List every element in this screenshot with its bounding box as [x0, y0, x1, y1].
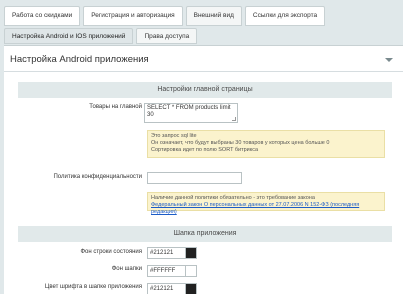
header-font-color-label: Цвет шрифта в шапке приложения	[44, 284, 142, 290]
resize-handle-icon[interactable]	[232, 117, 236, 121]
header-bg-color-value: #FFFFFF	[150, 268, 176, 274]
main-page-heading: Настройки главной страницы	[18, 82, 392, 98]
color-swatch[interactable]	[185, 266, 196, 276]
header-section-heading: Шапка приложения	[18, 226, 392, 242]
privacy-policy-input[interactable]	[147, 172, 242, 184]
products-note-line1: Это запрос sql lite	[151, 133, 197, 139]
products-query-value: SELECT * FROM products limit 30	[147, 105, 231, 118]
tab-discounts[interactable]: Работа со скидками	[4, 6, 81, 26]
products-query-textarea[interactable]: SELECT * FROM products limit 30	[144, 103, 238, 123]
products-note: Это запрос sql lite Он означает, что буд…	[147, 130, 385, 158]
top-tab-bar: Работа со скидками Регистрация и авториз…	[0, 0, 403, 27]
tab-appearance[interactable]: Внешний вид	[185, 6, 242, 26]
privacy-note: Наличие данной политики обязательно - эт…	[147, 192, 385, 215]
tab-registration[interactable]: Регистрация и авторизация	[83, 6, 183, 26]
header-bg-label: Фон шапки	[111, 266, 142, 272]
sub-tab-bar: Настройка Android и IOS приложений Права…	[4, 28, 403, 45]
color-swatch[interactable]	[185, 284, 196, 294]
tab-export-links[interactable]: Ссылки для экспорта	[244, 6, 326, 26]
tab-access-rights[interactable]: Права доступа	[136, 28, 198, 44]
section-title: Настройка Android приложения	[10, 54, 149, 65]
header-font-color-input[interactable]: #212121	[147, 283, 197, 294]
status-bar-bg-color-value: #212121	[150, 250, 174, 256]
products-note-line3: Сортировка идет по полю SORT битрикса	[151, 147, 259, 153]
chevron-down-icon[interactable]	[385, 58, 393, 62]
privacy-note-line1: Наличие данной политики обязательно - эт…	[151, 195, 315, 201]
divider	[4, 71, 403, 72]
products-label: Товары на главной	[89, 104, 142, 110]
status-bar-bg-color-input[interactable]: #212121	[147, 247, 197, 259]
color-swatch[interactable]	[185, 248, 196, 258]
products-note-line2: Он означает, что будут выбраны 30 товаро…	[151, 140, 330, 146]
privacy-label: Политика конфиденциальности	[53, 174, 142, 180]
header-bg-color-input[interactable]: #FFFFFF	[147, 265, 197, 277]
privacy-law-link[interactable]: Федеральный закон О персональных данных …	[151, 202, 359, 215]
tab-android-ios[interactable]: Настройка Android и IOS приложений	[4, 28, 134, 44]
header-font-color-value: #212121	[150, 286, 174, 292]
settings-panel: Настройка Android приложения Настройки г…	[4, 45, 403, 294]
status-bar-bg-label: Фон строки состояния	[80, 249, 142, 255]
